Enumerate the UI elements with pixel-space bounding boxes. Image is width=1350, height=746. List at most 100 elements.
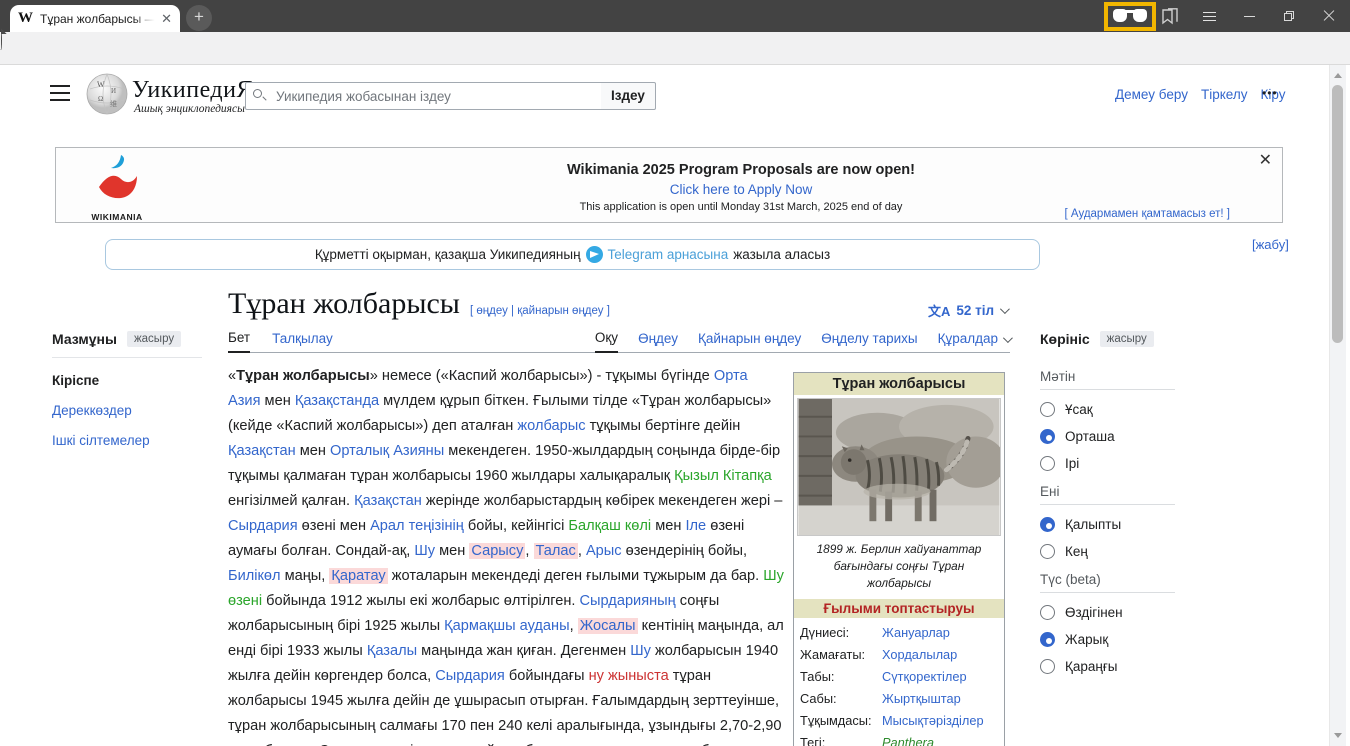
article-link[interactable]: Іле: [685, 518, 706, 534]
article-tab-Өңделу тарихы[interactable]: Өңделу тарихы: [821, 330, 917, 353]
scrollbar-down-icon[interactable]: [1334, 733, 1342, 738]
article-text: «: [228, 368, 236, 384]
header-more-icon[interactable]: •••: [1262, 86, 1278, 100]
browser-menu-button[interactable]: [1192, 0, 1226, 32]
browser-tab[interactable]: W Тұран жолбарысы — У ✕: [10, 5, 180, 32]
article-link[interactable]: Арал теңізінің: [370, 518, 464, 534]
infobox-value-link[interactable]: Panthera: [882, 732, 934, 746]
restore-icon: [1284, 11, 1294, 21]
article-tab-Қайнарын өңдеу[interactable]: Қайнарын өңдеу: [698, 330, 801, 353]
banner-close-icon[interactable]: ✕: [1259, 150, 1272, 170]
radio-icon[interactable]: [1040, 659, 1055, 674]
telegram-link[interactable]: Telegram арнасына: [608, 247, 729, 262]
article-tab-Құралдар[interactable]: Құралдар: [938, 330, 1010, 353]
article-link[interactable]: Орталық Азияны: [330, 443, 444, 459]
search-button[interactable]: Іздеу: [601, 82, 656, 110]
minimize-icon: [1244, 16, 1255, 17]
title-edit-links[interactable]: [ өңдеу | қайнарын өңдеу ]: [470, 305, 610, 317]
infobox-value-link[interactable]: Мысықтәрізділер: [882, 710, 984, 732]
scrollbar-up-icon[interactable]: [1334, 73, 1342, 78]
appearance-option-Кең[interactable]: Кең: [1040, 544, 1175, 559]
radio-icon[interactable]: [1040, 429, 1055, 444]
toc-hide-button[interactable]: жасыру: [127, 331, 181, 347]
wikipedia-wordmark[interactable]: УикипедиЯ: [132, 77, 253, 104]
appearance-option-Жарық[interactable]: Жарық: [1040, 632, 1175, 647]
banner-title: Wikimania 2025 Program Proposals are now…: [251, 162, 1231, 178]
article-link[interactable]: Шу: [630, 643, 651, 659]
article-link[interactable]: Жосалы: [578, 618, 638, 634]
new-tab-button[interactable]: +: [186, 5, 212, 31]
close-window-button[interactable]: [1312, 0, 1346, 32]
radio-icon[interactable]: [1040, 544, 1055, 559]
search-input[interactable]: Уикипедия жобасынан іздеу: [245, 82, 602, 110]
toc-item[interactable]: Кіріспе: [52, 373, 202, 388]
appearance-option-Өздігінен[interactable]: Өздігінен: [1040, 605, 1175, 620]
article-link[interactable]: Қармақшы ауданы: [444, 618, 569, 634]
article-link[interactable]: жолбарыс: [517, 418, 585, 434]
svg-text:W: W: [97, 80, 105, 89]
article-text: мен: [296, 443, 330, 459]
article-link[interactable]: Сырдария: [228, 518, 298, 534]
infobox-row: Табы:Сүтқоректілер: [800, 666, 998, 688]
article-link[interactable]: Қазақстан: [354, 493, 422, 509]
article-link[interactable]: Қаратау: [329, 568, 387, 584]
article-link[interactable]: Билікөл: [228, 568, 281, 584]
appearance-option-Ірі[interactable]: Ірі: [1040, 456, 1175, 471]
article-text: » немесе («Каспий жолбарысы») - тұқымы б…: [370, 368, 714, 384]
article-text: өзені мен: [298, 518, 370, 534]
article-link[interactable]: Балқаш көлі: [568, 518, 651, 534]
article-link[interactable]: Сырдария: [435, 668, 505, 684]
toc-item[interactable]: Дереккөздер: [52, 403, 202, 418]
article-link[interactable]: Талас: [534, 543, 578, 559]
banner-translate-link[interactable]: [ Аудармамен қамтамасыз ет! ]: [1065, 208, 1230, 220]
collections-icon[interactable]: [1160, 8, 1180, 25]
infobox-value-link[interactable]: Жыртқыштар: [882, 688, 961, 710]
restore-button[interactable]: [1272, 0, 1306, 32]
wiki-menu-button[interactable]: [50, 85, 70, 101]
wikipedia-globe-logo[interactable]: W И Ω 维: [86, 73, 128, 120]
radio-icon[interactable]: [1040, 456, 1055, 471]
article-link[interactable]: Қазақстан: [228, 443, 296, 459]
article-link[interactable]: Сырдарияның: [580, 593, 676, 609]
radio-icon[interactable]: [1040, 632, 1055, 647]
appearance-hide-button[interactable]: жасыру: [1100, 331, 1154, 347]
radio-icon[interactable]: [1040, 517, 1055, 532]
infobox-rows: Дүниесі:ЖануарларЖамағаты:ХордалыларТабы…: [794, 618, 1004, 746]
banner-hide-link[interactable]: [жабу]: [1252, 237, 1289, 252]
svg-text:И: И: [111, 87, 116, 95]
scrollbar-thumb[interactable]: [1332, 85, 1343, 343]
article-tab-Талқылау[interactable]: Талқылау: [272, 330, 333, 353]
article-link[interactable]: Шу: [414, 543, 435, 559]
radio-icon[interactable]: [1040, 605, 1055, 620]
appearance-option-Қалыпты[interactable]: Қалыпты: [1040, 517, 1175, 532]
wikipedia-page: W И Ω 维 УикипедиЯ Ашық энциклопедиясы Уи…: [0, 65, 1350, 746]
header-link[interactable]: Демеу беру: [1115, 87, 1188, 102]
appearance-option-Қараңғы[interactable]: Қараңғы: [1040, 659, 1175, 674]
article-tab-Бет[interactable]: Бет: [228, 330, 250, 353]
table-of-contents: Мазмұны жасыру КіріспеДереккөздерІшкі сі…: [52, 331, 202, 448]
infobox-value-link[interactable]: Жануарлар: [882, 622, 950, 644]
language-selector[interactable]: 文А 52 тіл: [928, 301, 1007, 320]
article-link[interactable]: Сарысу: [469, 543, 525, 559]
article-text: өзендерінің бойы,: [622, 543, 747, 559]
appearance-option-Ұсақ[interactable]: Ұсақ: [1040, 402, 1175, 417]
article-text: енгізілмей қалған.: [228, 493, 354, 509]
header-link[interactable]: Тіркелу: [1201, 87, 1248, 102]
appearance-option-Орташа[interactable]: Орташа: [1040, 429, 1175, 444]
article-link[interactable]: Қызыл Кітапқа: [674, 468, 772, 484]
minimize-button[interactable]: [1232, 0, 1266, 32]
article-link[interactable]: Қазақстанда: [295, 393, 379, 409]
article-link[interactable]: ну жыныста: [589, 668, 669, 684]
toc-item[interactable]: Ішкі сілтемелер: [52, 433, 202, 448]
banner-apply-link[interactable]: Click here to Apply Now: [251, 182, 1231, 197]
infobox-value-link[interactable]: Сүтқоректілер: [882, 666, 967, 688]
infobox-value-link[interactable]: Хордалылар: [882, 644, 957, 666]
article-link[interactable]: Қазалы: [367, 643, 417, 659]
tiger-photo[interactable]: [797, 398, 1001, 536]
reload-icon[interactable]: [0, 31, 2, 50]
radio-icon[interactable]: [1040, 402, 1055, 417]
article-link[interactable]: Арыс: [586, 543, 622, 559]
tab-close-icon[interactable]: ✕: [161, 11, 172, 27]
article-tab-Өңдеу[interactable]: Өңдеу: [638, 330, 678, 353]
article-tab-Оқу[interactable]: Оқу: [595, 330, 618, 353]
